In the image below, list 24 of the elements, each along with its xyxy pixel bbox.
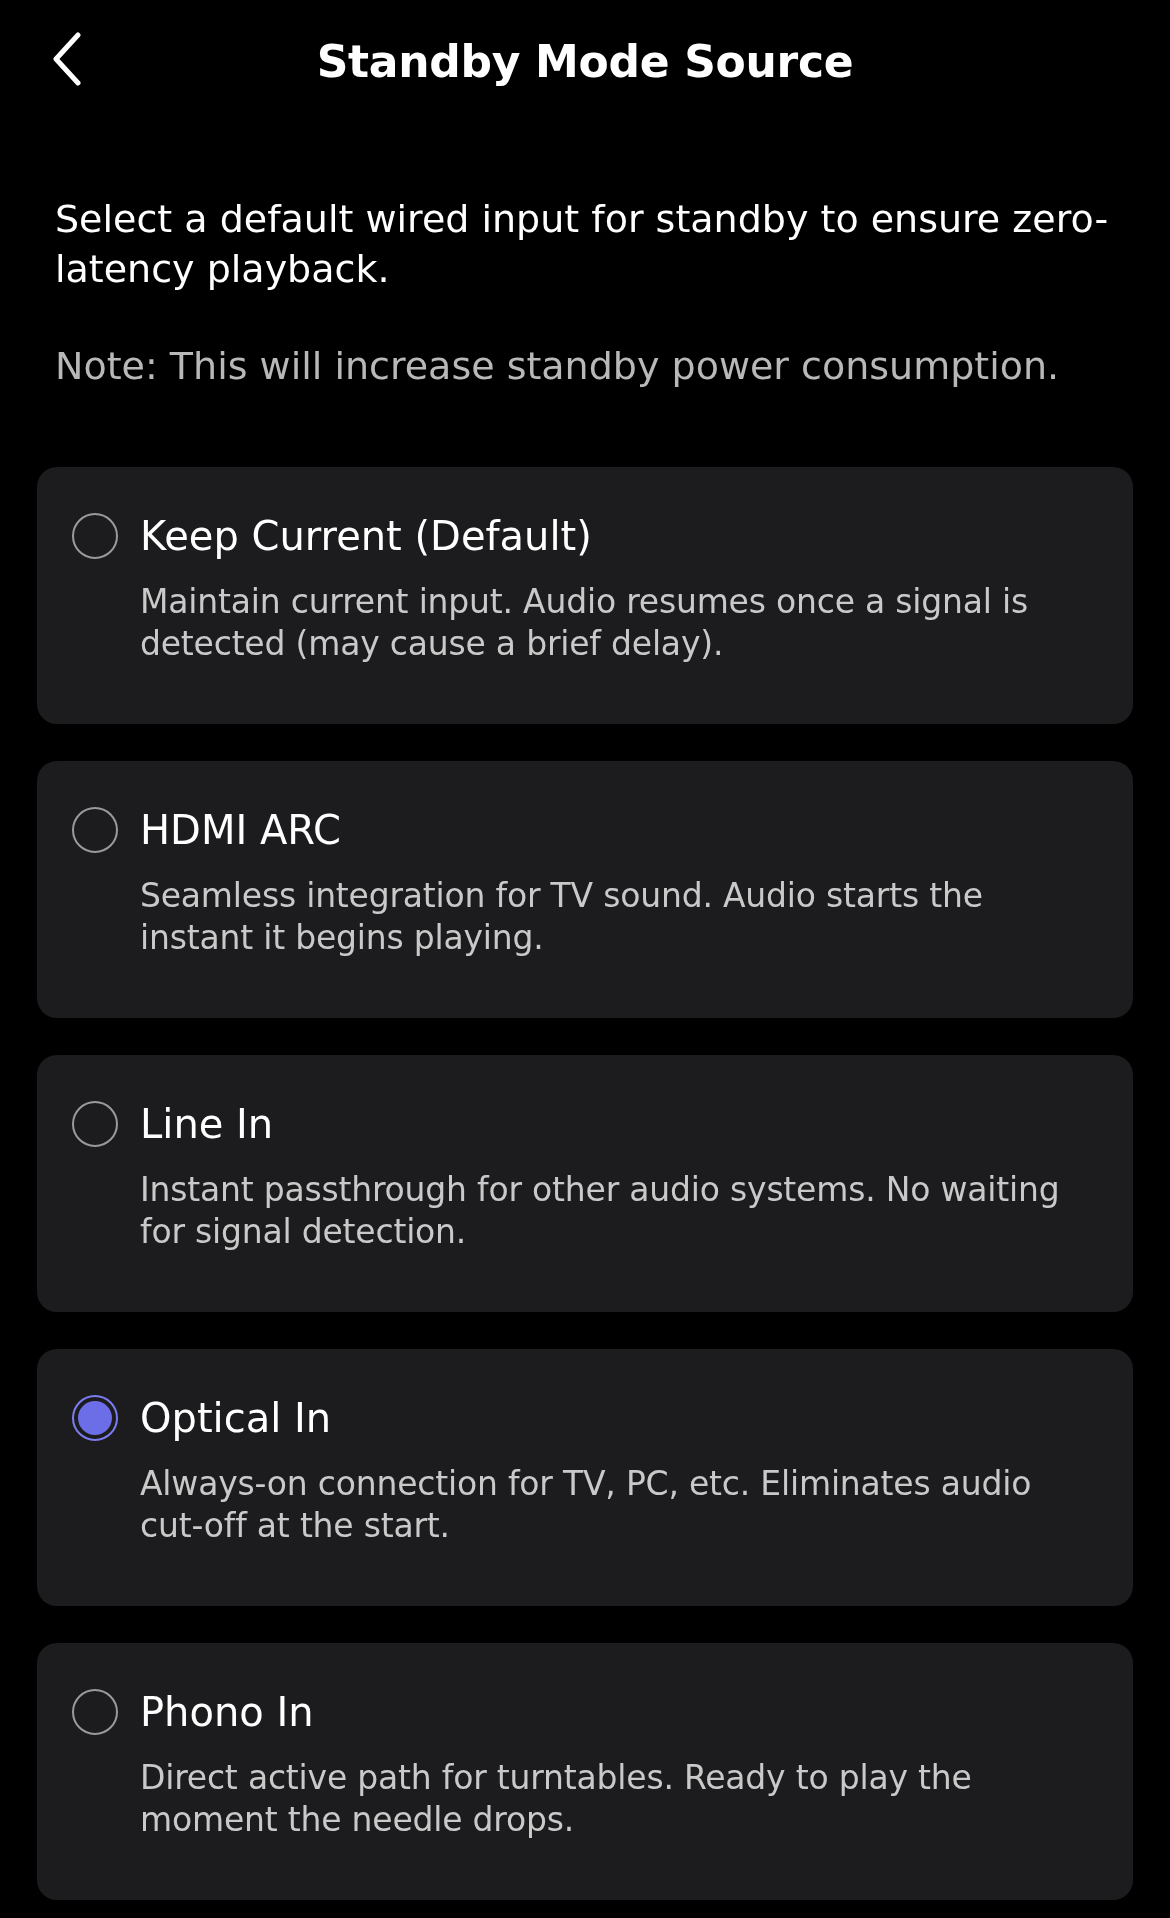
option-description: Instant passthrough for other audio systems. No waiting for signal detection. [140,1169,1061,1253]
radio-button[interactable] [72,1395,118,1441]
option-description: Maintain current input. Audio resumes once a signal is detected (may cause a brief delay). [140,581,1029,665]
radio-button[interactable] [72,1689,118,1735]
option-description: Always-on connection for TV, PC, etc. Eliminates audio cut-off at the start. [140,1463,1033,1547]
option-card[interactable]: Keep Current (Default) Maintain current input. Audio resumes once a signal is detected (may cause a brief delay). [37,467,1133,724]
option-description: Seamless integration for TV sound. Audio starts the instant it begins playing. [140,875,984,959]
option-title: Keep Current (Default) [140,513,593,559]
intro-text: Select a default wired input for standby to ensure zero-latency playback. [55,196,1110,293]
option-card[interactable]: HDMI ARC Seamless integration for TV sound. Audio starts the instant it begins playing. [37,761,1133,1018]
option-title: Optical In [140,1395,333,1441]
radio-button[interactable] [72,513,118,559]
option-title: HDMI ARC [140,807,342,853]
option-card[interactable]: Phono In Direct active path for turntables. Ready to play the moment the needle drops. [37,1643,1133,1900]
option-title: Line In [140,1101,275,1147]
note-text: Note: This will increase standby power consumption. [55,343,1061,390]
option-title: Phono In [140,1689,315,1735]
back-icon [52,32,82,86]
option-card[interactable]: Line In Instant passthrough for other audio systems. No waiting for signal detection. [37,1055,1133,1312]
radio-button[interactable] [72,1101,118,1147]
option-description: Direct active path for turntables. Ready to play the moment the needle drops. [140,1757,973,1841]
option-card[interactable]: Optical In Always-on connection for TV, PC, etc. Eliminates audio cut-off at the start. [37,1349,1133,1606]
page-title: Standby Mode Source [316,35,854,87]
radio-button[interactable] [72,807,118,853]
